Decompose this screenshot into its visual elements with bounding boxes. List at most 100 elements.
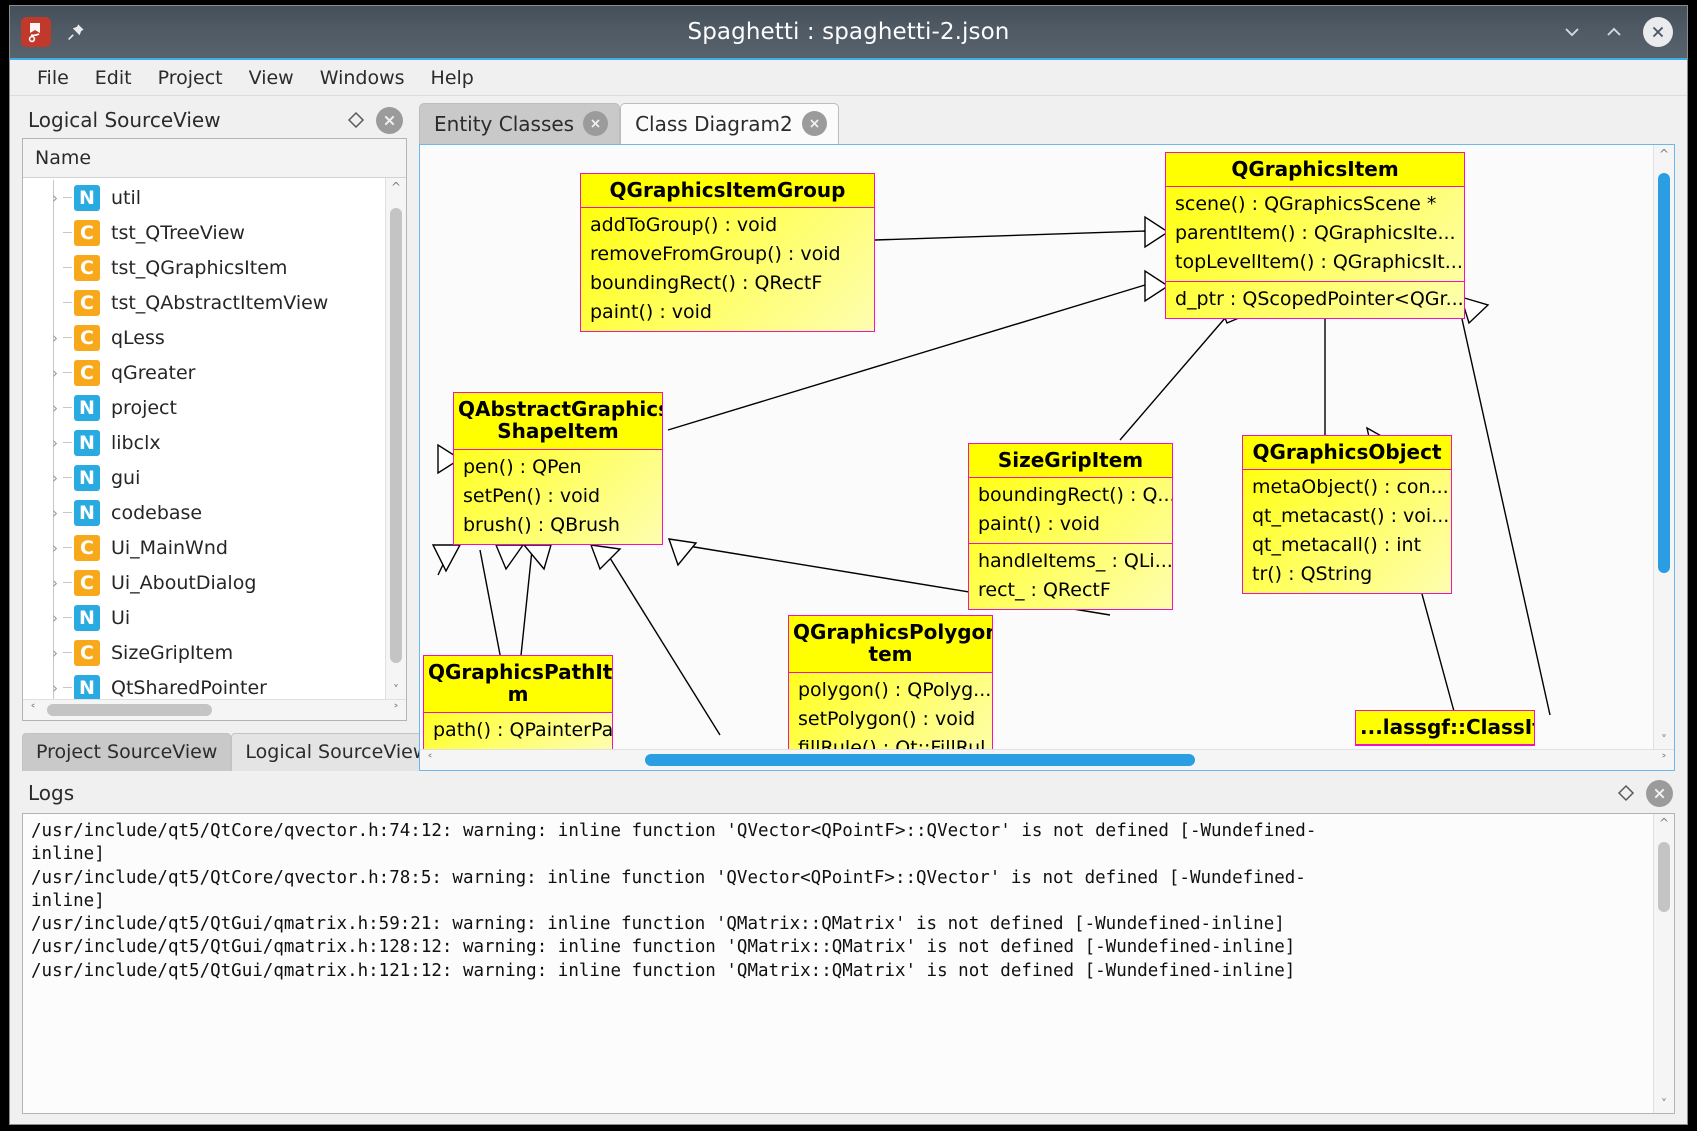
uml-methods-section: scene() : QGraphicsScene *parentItem() :… xyxy=(1166,187,1464,281)
tree-item-tst_qgraphicsitem[interactable]: Ctst_QGraphicsItem xyxy=(23,250,385,285)
chevron-right-icon[interactable]: › xyxy=(47,399,63,417)
canvas-horizontal-scrollbar[interactable]: ˂ ˃ xyxy=(420,749,1674,770)
tree-item-ui_aboutdialog[interactable]: ›CUi_AboutDialog xyxy=(23,565,385,600)
tree-hscroll-thumb[interactable] xyxy=(47,704,212,716)
tab-project-sourceview-label: Project SourceView xyxy=(36,741,217,763)
tree-item-gui[interactable]: ›Ngui xyxy=(23,460,385,495)
tree-column-header-label: Name xyxy=(35,147,91,169)
scroll-up-icon[interactable]: ^ xyxy=(1659,814,1669,832)
chevron-right-icon[interactable]: › xyxy=(47,574,63,592)
chevron-right-icon[interactable]: › xyxy=(47,434,63,452)
dock-close-button[interactable] xyxy=(376,107,403,134)
diagram-area: Entity Classes Class Diagram2 xyxy=(413,96,1687,771)
chevron-right-icon[interactable]: › xyxy=(47,609,63,627)
spaghetti-logo-icon xyxy=(21,17,51,47)
close-icon[interactable] xyxy=(583,111,608,136)
tree-item-tst_qtreeview[interactable]: Ctst_QTreeView xyxy=(23,215,385,250)
chevron-right-icon[interactable]: › xyxy=(47,364,63,382)
tree-item-codebase[interactable]: ›Ncodebase xyxy=(23,495,385,530)
tree-item-project[interactable]: ›Nproject xyxy=(23,390,385,425)
chevron-right-icon[interactable]: › xyxy=(47,504,63,522)
uml-methods-section: addToGroup() : voidremoveFromGroup() : v… xyxy=(581,208,874,331)
uml-member: setPolygon() : void xyxy=(789,705,992,734)
logs-vscroll-thumb[interactable] xyxy=(1658,842,1670,912)
tab-entity-classes-label: Entity Classes xyxy=(434,112,574,136)
diamond-undock-icon[interactable] xyxy=(344,108,368,132)
chevron-right-icon[interactable]: › xyxy=(47,539,63,557)
tree-item-label: SizeGripItem xyxy=(111,642,233,664)
uml-methods-section: metaObject() : con...qt_metacast() : voi… xyxy=(1243,470,1451,593)
tree-item-sizegripitem[interactable]: ›CSizeGripItem xyxy=(23,635,385,670)
menu-edit[interactable]: Edit xyxy=(82,64,145,92)
tab-project-sourceview[interactable]: Project SourceView xyxy=(22,733,231,771)
tab-entity-classes[interactable]: Entity Classes xyxy=(419,103,620,144)
scroll-up-icon[interactable]: ^ xyxy=(391,178,401,196)
uml-class-box[interactable]: QAbstractGraphics ShapeItempen() : QPens… xyxy=(453,392,663,545)
menu-project[interactable]: Project xyxy=(145,64,236,92)
uml-canvas[interactable]: QGraphicsItemGroupaddToGroup() : voidrem… xyxy=(420,145,1653,749)
menu-file[interactable]: File xyxy=(24,64,82,92)
tree-item-libclx[interactable]: ›Nlibclx xyxy=(23,425,385,460)
chevron-right-icon[interactable]: › xyxy=(47,679,63,697)
tree-item-ui_mainwnd[interactable]: ›CUi_MainWnd xyxy=(23,530,385,565)
tree-item-qgreater[interactable]: ›CqGreater xyxy=(23,355,385,390)
tree-branch-line xyxy=(53,215,54,250)
menu-view[interactable]: View xyxy=(236,64,307,92)
uml-class-box[interactable]: QGraphicsObjectmetaObject() : con...qt_m… xyxy=(1242,435,1452,594)
logs-close-button[interactable] xyxy=(1646,780,1673,807)
chevron-right-icon[interactable]: › xyxy=(47,189,63,207)
namespace-icon: N xyxy=(74,185,100,211)
chevron-right-icon[interactable]: › xyxy=(47,329,63,347)
scroll-left-icon[interactable]: ˂ xyxy=(420,753,440,767)
uml-class-box[interactable]: QGraphicsPolygonI tempolygon() : QPolyg.… xyxy=(788,615,993,749)
canvas-hscroll-thumb[interactable] xyxy=(645,754,1195,766)
close-button[interactable] xyxy=(1643,17,1673,47)
tree-item-ui[interactable]: ›NUi xyxy=(23,600,385,635)
uml-class-box[interactable]: ...lassgf::ClassIte xyxy=(1355,710,1535,746)
tree-connector xyxy=(63,267,72,268)
scroll-down-icon[interactable]: ˅ xyxy=(393,681,399,699)
uml-class-box[interactable]: SizeGripItemboundingRect() : Q...paint()… xyxy=(968,443,1173,610)
tab-logical-sourceview-label: Logical SourceView xyxy=(245,741,428,763)
uml-class-box[interactable]: QGraphicsItemGroupaddToGroup() : voidrem… xyxy=(580,173,875,332)
tree-item-qtsharedpointer[interactable]: ›NQtSharedPointer xyxy=(23,670,385,699)
pin-icon[interactable] xyxy=(65,21,87,43)
scroll-down-icon[interactable]: ˅ xyxy=(1661,731,1667,749)
tree-item-label: QtSharedPointer xyxy=(111,677,267,699)
menu-help[interactable]: Help xyxy=(418,64,487,92)
scroll-right-icon[interactable]: ˃ xyxy=(386,703,406,717)
tree-horizontal-scrollbar[interactable]: ˂ ˃ xyxy=(23,699,406,720)
class-icon: C xyxy=(74,570,100,596)
scroll-down-icon[interactable]: ˅ xyxy=(1661,1095,1667,1113)
close-icon[interactable] xyxy=(802,111,827,136)
menu-windows[interactable]: Windows xyxy=(307,64,418,92)
tree-item-qless[interactable]: ›CqLess xyxy=(23,320,385,355)
maximize-button[interactable] xyxy=(1601,19,1627,45)
uml-member: topLevelItem() : QGraphicsIt... xyxy=(1166,248,1464,277)
logs-vertical-scrollbar[interactable]: ^ ˅ xyxy=(1653,814,1674,1113)
uml-member: removeFromGroup() : void xyxy=(581,240,874,269)
uml-methods-section: path() : QPainterPa... xyxy=(424,713,612,749)
minimize-button[interactable] xyxy=(1559,19,1585,45)
tree-item-util[interactable]: ›Nutil xyxy=(23,180,385,215)
tree-vscroll-thumb[interactable] xyxy=(390,208,402,663)
diamond-undock-icon[interactable] xyxy=(1614,781,1638,805)
tree-vertical-scrollbar[interactable]: ^ ˅ xyxy=(385,178,406,699)
scroll-left-icon[interactable]: ˂ xyxy=(23,703,43,717)
chevron-right-icon[interactable]: › xyxy=(47,469,63,487)
tree-item-label: codebase xyxy=(111,502,202,524)
tree-column-header[interactable]: Name xyxy=(23,139,406,178)
canvas-vertical-scrollbar[interactable]: ^ ˅ xyxy=(1653,145,1674,749)
uml-member: scene() : QGraphicsScene * xyxy=(1166,190,1464,219)
uml-class-box[interactable]: QGraphicsPathIte mpath() : QPainterPa... xyxy=(423,655,613,749)
tree-item-tst_qabstractitemview[interactable]: Ctst_QAbstractItemView xyxy=(23,285,385,320)
scroll-right-icon[interactable]: ˃ xyxy=(1654,753,1674,767)
chevron-right-icon[interactable]: › xyxy=(47,644,63,662)
canvas-vscroll-thumb[interactable] xyxy=(1658,173,1670,573)
uml-class-box[interactable]: QGraphicsItemscene() : QGraphicsScene *p… xyxy=(1165,152,1465,319)
tab-logical-sourceview[interactable]: Logical SourceView xyxy=(231,733,442,771)
main-body: Logical SourceView Name ›NutilCtst_QTree… xyxy=(10,96,1687,1124)
tab-class-diagram2[interactable]: Class Diagram2 xyxy=(620,103,839,144)
scroll-up-icon[interactable]: ^ xyxy=(1659,145,1669,163)
logs-output[interactable]: /usr/include/qt5/QtCore/qvector.h:74:12:… xyxy=(23,814,1653,1113)
